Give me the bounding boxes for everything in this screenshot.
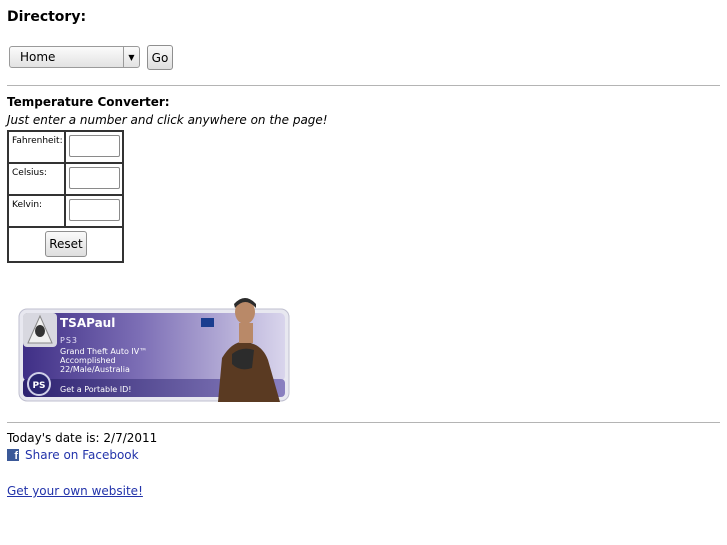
psn-status: Accomplished xyxy=(60,356,116,365)
kelvin-cell xyxy=(65,195,123,227)
celsius-input[interactable] xyxy=(69,167,120,189)
reset-button[interactable]: Reset xyxy=(45,231,87,257)
facebook-share: f Share on Facebook xyxy=(7,448,139,462)
converter-instructions: Just enter a number and click anywhere o… xyxy=(7,113,328,127)
fahrenheit-input[interactable] xyxy=(69,135,120,157)
directory-select[interactable]: Home ▼ xyxy=(9,46,140,68)
kelvin-label: Kelvin: xyxy=(8,195,65,227)
chevron-down-icon: ▼ xyxy=(123,47,139,67)
divider xyxy=(7,422,720,423)
fahrenheit-label: Fahrenheit: xyxy=(8,131,65,163)
directory-select-value: Home xyxy=(20,50,56,64)
avatar xyxy=(23,313,57,347)
kelvin-input[interactable] xyxy=(69,199,120,221)
australia-flag-icon xyxy=(201,318,214,327)
share-on-facebook-link[interactable]: Share on Facebook xyxy=(25,448,139,462)
fahrenheit-cell xyxy=(65,131,123,163)
celsius-cell xyxy=(65,163,123,195)
converter-table: Fahrenheit: Celsius: Kelvin: Reset xyxy=(7,130,124,263)
celsius-label: Celsius: xyxy=(8,163,65,195)
directory-heading: Directory: xyxy=(7,9,87,25)
facebook-icon[interactable]: f xyxy=(7,449,19,462)
psn-profile: 22/Male/Australia xyxy=(60,365,130,374)
converter-heading: Temperature Converter: xyxy=(7,95,170,109)
psn-game: Grand Theft Auto IV™ xyxy=(60,347,147,356)
psn-portable-id-card[interactable]: PS TSAPaul PS3 Grand Theft Auto IV™ Acco… xyxy=(18,298,303,402)
divider xyxy=(7,85,720,86)
go-button[interactable]: Go xyxy=(147,45,173,70)
svg-text:PS: PS xyxy=(32,381,45,391)
psn-platform: PS3 xyxy=(60,336,78,345)
get-your-own-website-link[interactable]: Get your own website! xyxy=(7,484,143,498)
psn-username: TSAPaul xyxy=(60,316,115,330)
todays-date: Today's date is: 2/7/2011 xyxy=(7,431,158,445)
psn-cta[interactable]: Get a Portable ID! xyxy=(60,385,132,394)
playstation-logo-icon: PS xyxy=(27,372,51,396)
